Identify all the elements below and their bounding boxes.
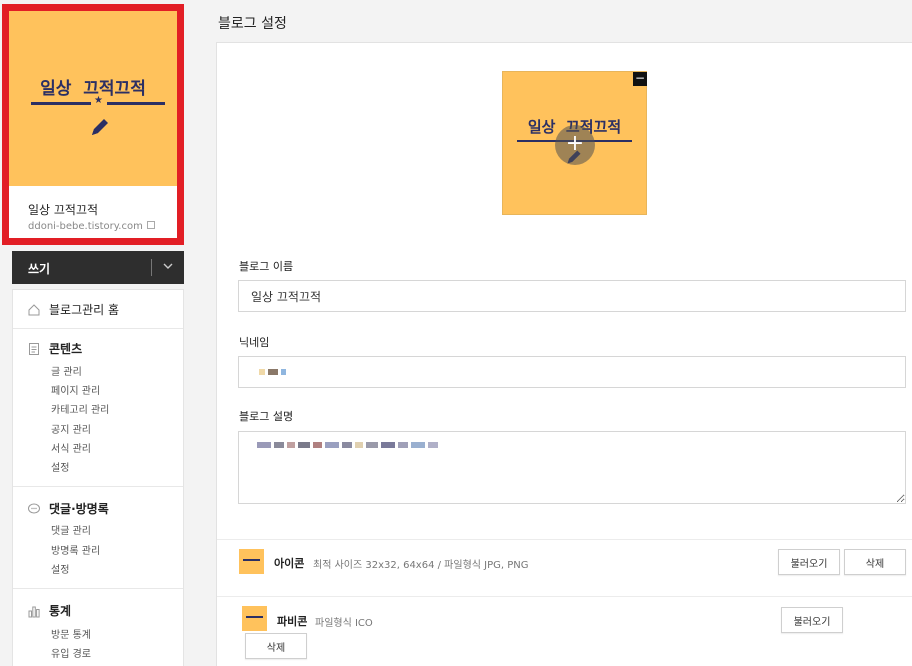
- write-button[interactable]: 쓰기: [28, 260, 50, 277]
- sidebar-subitem-comment-settings[interactable]: 설정: [51, 561, 69, 576]
- favicon-delete-button[interactable]: 삭제: [245, 633, 307, 659]
- sidebar-subitem-comment-manage[interactable]: 댓글 관리: [51, 522, 91, 537]
- sidebar-subitem-visit-stats[interactable]: 방문 통계: [51, 626, 91, 641]
- write-bar: 쓰기: [12, 251, 184, 284]
- blog-image-upload[interactable]: 일상 끄적끄적 + −: [502, 71, 647, 215]
- blog-name-label: 블로그 이름: [239, 260, 294, 273]
- chevron-down-icon[interactable]: [162, 260, 174, 272]
- sidebar-subitem-guestbook-manage[interactable]: 방명록 관리: [51, 542, 100, 557]
- favicon-load-button[interactable]: 불러오기: [781, 607, 843, 633]
- nickname-input[interactable]: [238, 356, 906, 388]
- sidebar-item-label: 콘텐츠: [49, 342, 83, 356]
- home-icon: [28, 303, 40, 315]
- blog-url-link[interactable]: ddoni-bebe.tistory.com: [28, 221, 155, 232]
- sidebar-menu: 블로그관리 홈 콘텐츠 글 관리 페이지 관리 카테고리 관리 공지 관리 서식…: [12, 289, 184, 666]
- banner-star-icon: ★: [94, 95, 103, 106]
- nickname-label: 닉네임: [239, 336, 270, 349]
- write-divider: [151, 259, 152, 276]
- favicon-row-title: 파비콘: [277, 615, 308, 628]
- sidebar-subitem-referrers[interactable]: 유입 경로: [51, 645, 91, 660]
- external-link-icon[interactable]: [146, 221, 155, 229]
- settings-panel: 일상 끄적끄적 + − 블로그 이름 닉네임 블로그 설명 아이콘 최적 사이즈…: [216, 42, 912, 666]
- divider: [217, 539, 912, 540]
- sidebar-subitem-pages[interactable]: 페이지 관리: [51, 382, 100, 397]
- pencil-icon: [92, 119, 108, 135]
- sidebar-item-label: 댓글·방명록: [49, 502, 109, 516]
- blog-profile-card[interactable]: 일상 끄적끄적 ★ 일상 끄적끄적 ddoni-bebe.tistory.com: [2, 4, 184, 245]
- bar-chart-icon: [28, 606, 40, 617]
- sidebar-subitem-content-settings[interactable]: 설정: [51, 459, 69, 474]
- page-title: 블로그 설정: [218, 16, 287, 32]
- sidebar-item-comments[interactable]: 댓글·방명록: [27, 500, 109, 517]
- divider: [217, 596, 912, 597]
- blog-name-input[interactable]: [238, 280, 906, 312]
- icon-thumbnail: [239, 549, 264, 574]
- banner-underline-right: [107, 102, 165, 105]
- nickname-value-obscured: [259, 369, 286, 375]
- plus-icon[interactable]: +: [555, 125, 595, 165]
- favicon-thumbnail: [242, 606, 267, 631]
- menu-group-stats: 통계 방문 통계 유입 경로: [13, 589, 183, 666]
- sidebar-subitem-posts[interactable]: 글 관리: [51, 363, 82, 378]
- minus-icon[interactable]: −: [633, 72, 647, 86]
- menu-group-home: 블로그관리 홈: [13, 290, 183, 329]
- sidebar-item-label: 블로그관리 홈: [49, 303, 120, 317]
- sidebar-item-stats[interactable]: 통계: [27, 602, 71, 619]
- banner-title: 일상 끄적끄적: [40, 79, 146, 99]
- icon-row-title: 아이콘: [274, 557, 305, 570]
- sidebar-item-home[interactable]: 블로그관리 홈: [27, 301, 119, 318]
- description-value-obscured: [257, 442, 438, 448]
- document-icon: [29, 342, 39, 355]
- sidebar-item-label: 통계: [49, 604, 72, 618]
- sidebar-subitem-categories[interactable]: 카테고리 관리: [51, 401, 109, 416]
- favicon-row-desc: 파일형식 ICO: [315, 618, 373, 629]
- blog-url[interactable]: ddoni-bebe.tistory.com: [28, 221, 143, 232]
- comment-icon: [28, 503, 40, 513]
- banner-underline-left: [31, 102, 91, 105]
- menu-group-comments: 댓글·방명록 댓글 관리 방명록 관리 설정: [13, 487, 183, 589]
- sidebar-subitem-templates[interactable]: 서식 관리: [51, 440, 91, 455]
- description-label: 블로그 설명: [239, 410, 294, 423]
- icon-delete-button[interactable]: 삭제: [844, 549, 906, 575]
- blog-banner-image[interactable]: 일상 끄적끄적 ★: [9, 11, 177, 186]
- icon-load-button[interactable]: 불러오기: [778, 549, 840, 575]
- icon-row-desc: 최적 사이즈 32x32, 64x64 / 파일형식 JPG, PNG: [313, 560, 529, 571]
- blog-name[interactable]: 일상 끄적끄적: [28, 201, 98, 218]
- sidebar-item-content[interactable]: 콘텐츠: [27, 340, 82, 357]
- menu-group-content: 콘텐츠 글 관리 페이지 관리 카테고리 관리 공지 관리 서식 관리 설정: [13, 329, 183, 487]
- sidebar-subitem-notices[interactable]: 공지 관리: [51, 421, 91, 436]
